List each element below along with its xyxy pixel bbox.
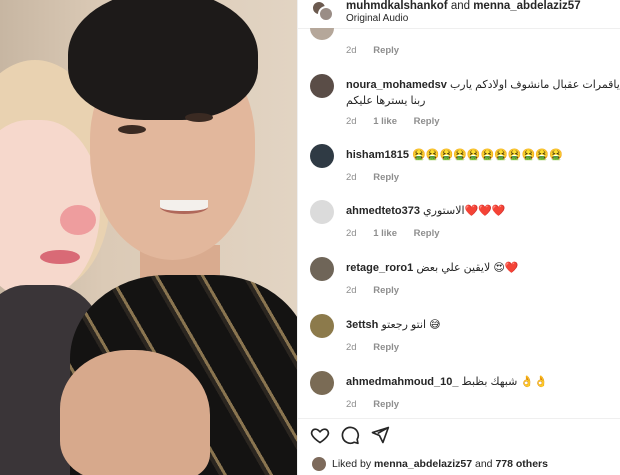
author-names: muhmdkalshankof and menna_abdelaziz57 xyxy=(346,0,581,12)
comments-panel: muhmdkalshankof and menna_abdelaziz57 Or… xyxy=(298,0,620,475)
comment-text: لايقين علي بعض 😍❤️ xyxy=(416,262,519,274)
comment-line: ahmedmahmoud_10_ شبهك بظبط 👌👌 xyxy=(346,375,548,388)
comment-meta: 2d Reply xyxy=(346,172,413,183)
liked-by-prefix: Liked by xyxy=(332,458,372,470)
avatar[interactable] xyxy=(310,28,334,40)
comment-text-continued: ربنا يسترها عليكم xyxy=(346,95,426,107)
comment-username[interactable]: noura_mohamedsv xyxy=(346,79,447,91)
reply-button[interactable]: Reply xyxy=(373,172,399,183)
reply-button[interactable]: Reply xyxy=(373,342,399,353)
comment-time: 2d xyxy=(346,399,357,410)
avatar xyxy=(318,6,334,22)
comment-icon[interactable] xyxy=(340,425,360,445)
author-avatars[interactable] xyxy=(311,0,334,22)
comment-item: ahmedmahmoud_10_ شبهك بظبط 👌👌 2d Reply xyxy=(298,371,620,415)
audio-link[interactable]: Original Audio xyxy=(346,13,408,24)
comment-item: noura_mohamedsv وك ياقمرات عقبال مانشوف … xyxy=(298,74,620,128)
media-figure-smile xyxy=(160,200,208,214)
comment-time: 2d xyxy=(346,228,357,239)
reply-button[interactable]: Reply xyxy=(373,399,399,410)
post-actions xyxy=(298,419,620,453)
comment-time: 2d xyxy=(346,342,357,353)
avatar[interactable] xyxy=(310,200,334,224)
comment-text: وك ياقمرات عقبال مانشوف اولادكم يارب xyxy=(449,79,620,91)
media-figure-eye xyxy=(118,125,146,134)
comment-username[interactable]: ahmedteto373 xyxy=(346,205,420,217)
avatar[interactable] xyxy=(310,144,334,168)
comment-text: شبهك بظبط 👌👌 xyxy=(461,376,548,388)
comment-username[interactable]: hisham1815 xyxy=(346,149,409,161)
comment-meta: 2d Reply xyxy=(346,285,413,296)
post-header: muhmdkalshankof and menna_abdelaziz57 Or… xyxy=(298,0,620,28)
post-view: muhmdkalshankof and menna_abdelaziz57 Or… xyxy=(0,0,620,475)
avatar[interactable] xyxy=(310,371,334,395)
media-figure-eye xyxy=(185,113,213,122)
reply-button[interactable]: Reply xyxy=(414,116,440,127)
likes-text: Liked by menna_abdelaziz57 and 778 other… xyxy=(332,458,548,470)
comment-item: hisham1815 🤮🤮🤮🤮🤮🤮🤮🤮🤮🤮🤮 2d Reply xyxy=(298,144,620,188)
comments-list[interactable]: 2d Reply noura_mohamedsv وك ياقمرات عقبا… xyxy=(298,28,620,418)
reply-button[interactable]: Reply xyxy=(373,45,399,56)
coauthor-username[interactable]: menna_abdelaziz57 xyxy=(473,0,580,12)
comment-item: ahmedteto373 الاستوري❤️❤️❤️ 2d 1 like Re… xyxy=(298,200,620,244)
comment-meta: 2d 1 like Reply xyxy=(346,116,454,127)
comment-text: 🤮🤮🤮🤮🤮🤮🤮🤮🤮🤮🤮 xyxy=(412,149,563,161)
send-icon[interactable] xyxy=(370,425,390,445)
comment-username[interactable]: retage_roro1 xyxy=(346,262,413,274)
comment-line: noura_mohamedsv وك ياقمرات عقبال مانشوف … xyxy=(346,78,620,91)
avatar[interactable] xyxy=(312,457,326,471)
comment-meta: 2d Reply xyxy=(346,342,413,353)
comment-item: 3ettsh انتو رجعتو 😅 2d Reply xyxy=(298,314,620,358)
heart-icon[interactable] xyxy=(310,425,330,445)
comment-text: الاستوري❤️❤️❤️ xyxy=(423,205,506,217)
author-username[interactable]: muhmdkalshankof xyxy=(346,0,448,12)
comment-username[interactable]: 3ettsh xyxy=(346,319,378,331)
comment-meta: 2d 1 like Reply xyxy=(346,228,454,239)
comment-item: retage_roro1 لايقين علي بعض 😍❤️ 2d Reply xyxy=(298,257,620,301)
media-figure-hand xyxy=(60,350,210,475)
comment-time: 2d xyxy=(346,116,357,127)
post-media[interactable] xyxy=(0,0,297,475)
comment-meta: 2d Reply xyxy=(346,399,413,410)
likes-summary: Liked by menna_abdelaziz57 and 778 other… xyxy=(298,453,620,475)
avatar[interactable] xyxy=(310,314,334,338)
comment-meta: 2d Reply xyxy=(346,45,413,56)
comment-time: 2d xyxy=(346,45,357,56)
comment-item: 2d Reply xyxy=(298,28,620,56)
comment-line: retage_roro1 لايقين علي بعض 😍❤️ xyxy=(346,261,519,274)
comment-like-count[interactable]: 1 like xyxy=(373,228,397,239)
comment-line: 3ettsh انتو رجعتو 😅 xyxy=(346,318,441,331)
media-figure-lips xyxy=(40,250,80,264)
comment-username[interactable]: ahmedmahmoud_10_ xyxy=(346,376,458,388)
comment-text: انتو رجعتو 😅 xyxy=(381,319,441,331)
media-figure-hair-right xyxy=(68,0,258,120)
comment-time: 2d xyxy=(346,172,357,183)
comment-line: ahmedteto373 الاستوري❤️❤️❤️ xyxy=(346,204,506,217)
reply-button[interactable]: Reply xyxy=(373,285,399,296)
media-figure-cheek xyxy=(60,205,96,235)
and-word: and xyxy=(450,0,470,12)
comment-like-count[interactable]: 1 like xyxy=(373,116,397,127)
avatar[interactable] xyxy=(310,257,334,281)
comment-time: 2d xyxy=(346,285,357,296)
comment-line: hisham1815 🤮🤮🤮🤮🤮🤮🤮🤮🤮🤮🤮 xyxy=(346,148,563,161)
liker-username[interactable]: menna_abdelaziz57 xyxy=(374,458,472,470)
avatar[interactable] xyxy=(310,74,334,98)
likes-count[interactable]: 778 others xyxy=(495,458,548,470)
likes-and: and xyxy=(475,458,493,470)
reply-button[interactable]: Reply xyxy=(414,228,440,239)
